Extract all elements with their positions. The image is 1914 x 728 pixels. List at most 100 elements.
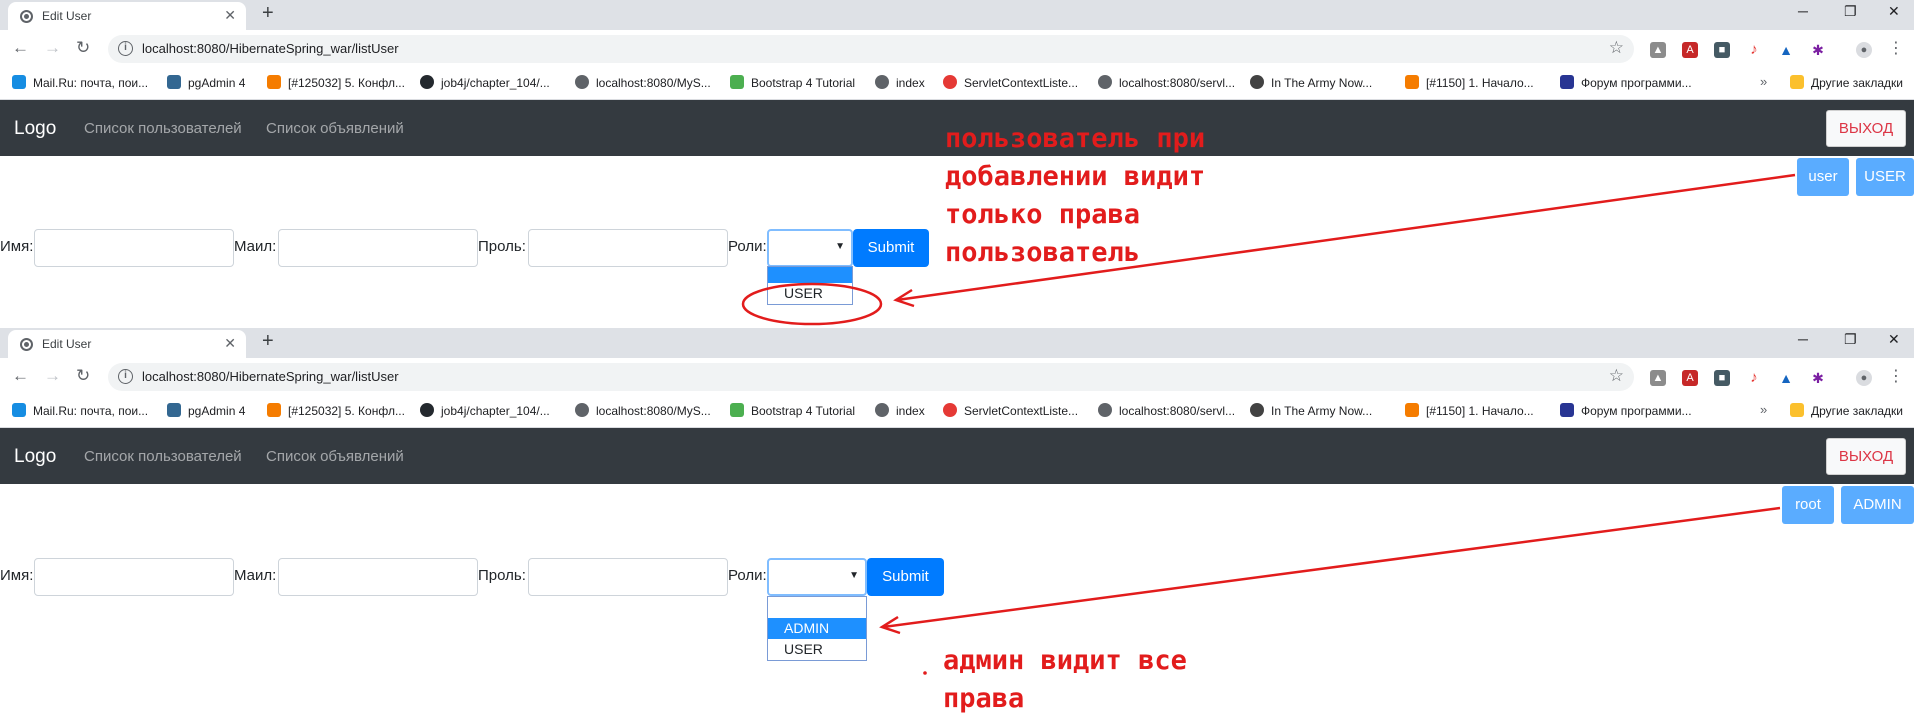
bookmark-item[interactable]: index (875, 75, 925, 90)
back-arrow-icon[interactable]: ← (12, 366, 29, 386)
bookmark-item[interactable]: Форум программи... (1560, 75, 1692, 90)
address-bar[interactable]: i localhost:8080/HibernateSpring_war/lis… (108, 363, 1634, 391)
password-input[interactable] (528, 229, 728, 267)
bookmark-item[interactable]: localhost:8080/servl... (1098, 75, 1235, 90)
bookmark-item[interactable]: ServletContextListe... (943, 75, 1078, 90)
window-close-button[interactable]: ✕ (1888, 3, 1900, 20)
extension-drive-icon[interactable]: ▲ (1778, 42, 1794, 58)
extension-cloud-icon[interactable]: ▲ (1650, 370, 1666, 386)
nav-link-ads[interactable]: Список объявлений (266, 448, 404, 465)
profile-avatar-icon[interactable]: ● (1856, 42, 1872, 58)
bookmarks-overflow-icon[interactable]: » (1760, 402, 1767, 417)
bookmark-item[interactable]: localhost:8080/servl... (1098, 403, 1235, 418)
bookmark-star-icon[interactable]: ☆ (1609, 366, 1624, 386)
roles-label: Роли: (728, 567, 767, 584)
globe-icon (875, 403, 889, 417)
tab-edit-user[interactable]: Edit User ✕ (8, 2, 246, 30)
site-logo[interactable]: Logo (14, 118, 56, 140)
kebab-menu-icon[interactable]: ⋮ (1888, 38, 1904, 58)
roles-select[interactable]: ▼ (767, 558, 867, 596)
bookmark-item[interactable]: localhost:8080/MyS... (575, 403, 711, 418)
bookmark-item[interactable]: In The Army Now... (1250, 75, 1372, 90)
tab-close-icon[interactable]: ✕ (224, 335, 236, 352)
logout-button[interactable]: ВЫХОД (1826, 110, 1906, 147)
bookmark-item[interactable]: ServletContextListe... (943, 403, 1078, 418)
restore-button[interactable]: ❐ (1844, 3, 1857, 20)
bookmark-item[interactable]: [#1150] 1. Начало... (1405, 75, 1534, 90)
bookmark-item[interactable]: Mail.Ru: почта, пои... (12, 75, 148, 90)
mail-input[interactable] (278, 558, 478, 596)
submit-button[interactable]: Submit (853, 229, 929, 267)
info-icon[interactable]: i (118, 41, 133, 56)
dropdown-option-empty[interactable] (768, 597, 866, 618)
current-username-badge[interactable]: user (1797, 158, 1849, 196)
dropdown-option-empty[interactable] (768, 267, 852, 283)
nav-link-users[interactable]: Список пользователей (84, 448, 242, 465)
url-text[interactable]: localhost:8080/HibernateSpring_war/listU… (142, 369, 399, 384)
minimize-button[interactable]: ─ (1798, 331, 1808, 347)
bookmark-item[interactable]: Bootstrap 4 Tutorial (730, 75, 855, 90)
extension-games-icon[interactable]: ■ (1714, 42, 1730, 58)
new-tab-button[interactable]: + (262, 2, 274, 25)
bookmark-item[interactable]: index (875, 403, 925, 418)
extension-music-icon[interactable]: ♪ (1746, 370, 1762, 386)
extension-pdf-icon[interactable]: A (1682, 42, 1698, 58)
bookmark-item[interactable]: Форум программи... (1560, 403, 1692, 418)
bookmark-item[interactable]: job4j/chapter_104/... (420, 75, 550, 90)
dropdown-option-highlighted[interactable]: ADMIN (768, 618, 866, 639)
extension-puzzle-icon[interactable]: ✱ (1810, 370, 1826, 386)
kebab-menu-icon[interactable]: ⋮ (1888, 366, 1904, 386)
nav-link-users[interactable]: Список пользователей (84, 120, 242, 137)
roles-select[interactable]: ▼ (767, 229, 853, 267)
mail-input[interactable] (278, 229, 478, 267)
bookmark-item[interactable]: Mail.Ru: почта, пои... (12, 403, 148, 418)
nav-link-ads[interactable]: Список объявлений (266, 120, 404, 137)
url-text[interactable]: localhost:8080/HibernateSpring_war/listU… (142, 41, 399, 56)
new-tab-button[interactable]: + (262, 330, 274, 353)
minimize-button[interactable]: ─ (1798, 3, 1808, 19)
restore-button[interactable]: ❐ (1844, 331, 1857, 348)
forward-arrow-icon[interactable]: → (44, 38, 61, 58)
bookmarks-overflow-icon[interactable]: » (1760, 74, 1767, 89)
back-arrow-icon[interactable]: ← (12, 38, 29, 58)
tab-close-icon[interactable]: ✕ (224, 7, 236, 24)
bookmark-item[interactable]: [#125032] 5. Конфл... (267, 403, 405, 418)
current-role-badge[interactable]: ADMIN (1841, 486, 1914, 524)
current-username-badge[interactable]: root (1782, 486, 1834, 524)
info-icon[interactable]: i (118, 369, 133, 384)
dropdown-option[interactable]: USER (768, 639, 866, 660)
bookmark-item[interactable]: job4j/chapter_104/... (420, 403, 550, 418)
address-toolbar: ← → ↻ i localhost:8080/HibernateSpring_w… (0, 358, 1914, 396)
bookmark-item[interactable]: [#1150] 1. Начало... (1405, 403, 1534, 418)
extension-drive-icon[interactable]: ▲ (1778, 370, 1794, 386)
extension-music-icon[interactable]: ♪ (1746, 42, 1762, 58)
extension-cloud-icon[interactable]: ▲ (1650, 42, 1666, 58)
forward-arrow-icon[interactable]: → (44, 366, 61, 386)
extension-pdf-icon[interactable]: A (1682, 370, 1698, 386)
reload-icon[interactable]: ↻ (76, 366, 90, 386)
bookmark-item[interactable]: localhost:8080/MyS... (575, 75, 711, 90)
reload-icon[interactable]: ↻ (76, 38, 90, 58)
bookmark-item[interactable]: [#125032] 5. Конфл... (267, 75, 405, 90)
other-bookmarks[interactable]: Другие закладки (1790, 403, 1903, 418)
bookmark-item[interactable]: In The Army Now... (1250, 403, 1372, 418)
bookmark-star-icon[interactable]: ☆ (1609, 38, 1624, 58)
name-input[interactable] (34, 229, 234, 267)
dropdown-option[interactable]: USER (768, 283, 852, 304)
other-bookmarks[interactable]: Другие закладки (1790, 75, 1903, 90)
bookmark-item[interactable]: Bootstrap 4 Tutorial (730, 403, 855, 418)
submit-button[interactable]: Submit (867, 558, 944, 596)
tab-edit-user[interactable]: Edit User ✕ (8, 330, 246, 358)
window-close-button[interactable]: ✕ (1888, 331, 1900, 348)
profile-avatar-icon[interactable]: ● (1856, 370, 1872, 386)
password-input[interactable] (528, 558, 728, 596)
bookmark-item[interactable]: pgAdmin 4 (167, 403, 245, 418)
address-bar[interactable]: i localhost:8080/HibernateSpring_war/lis… (108, 35, 1634, 63)
extension-games-icon[interactable]: ■ (1714, 370, 1730, 386)
name-input[interactable] (34, 558, 234, 596)
site-logo[interactable]: Logo (14, 446, 56, 468)
current-role-badge[interactable]: USER (1856, 158, 1914, 196)
bookmark-item[interactable]: pgAdmin 4 (167, 75, 245, 90)
logout-button[interactable]: ВЫХОД (1826, 438, 1906, 475)
extension-puzzle-icon[interactable]: ✱ (1810, 42, 1826, 58)
